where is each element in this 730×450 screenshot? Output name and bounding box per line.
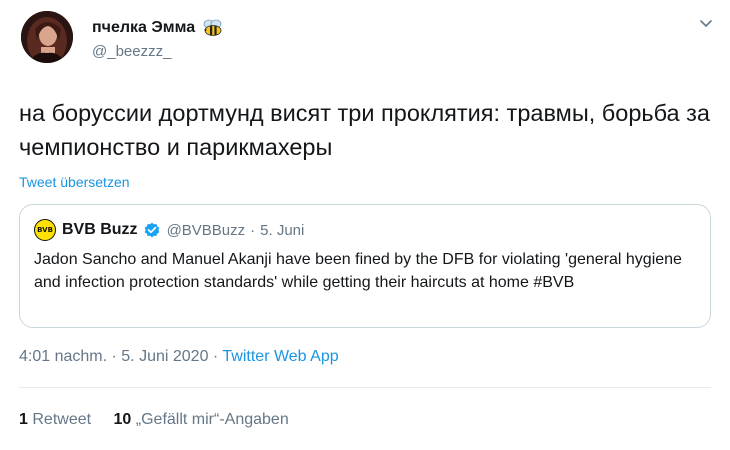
quoted-separator: · xyxy=(250,221,256,239)
tweet-date[interactable]: 5. Juni 2020 xyxy=(121,348,208,365)
quoted-tweet[interactable]: BVB BVB Buzz @BVBBuzz · 5. Juni Jadon Sa… xyxy=(19,204,711,328)
tweet-source-link[interactable]: Twitter Web App xyxy=(222,348,338,365)
quoted-tweet-header: BVB BVB Buzz @BVBBuzz · 5. Juni xyxy=(34,219,304,241)
avatar-photo xyxy=(21,11,73,63)
tweet-meta: 4:01 nachm. · 5. Juni 2020 · Twitter Web… xyxy=(19,348,339,366)
quoted-author-handle[interactable]: @BVBBuzz xyxy=(167,222,246,239)
bvb-logo-icon: BVB xyxy=(34,219,56,241)
translate-tweet-link[interactable]: Tweet übersetzen xyxy=(19,174,130,190)
retweets-label: Retweet xyxy=(32,411,92,428)
retweets-count: 1 xyxy=(19,411,28,428)
likes-count: 10 xyxy=(113,411,132,428)
avatar[interactable] xyxy=(21,11,73,63)
author-name-text[interactable]: пчелка Эмма xyxy=(92,19,195,37)
bee-icon xyxy=(203,19,222,36)
tweet-text: на боруссии дортмунд висят три проклятия… xyxy=(19,100,710,160)
verified-badge-icon xyxy=(144,222,159,238)
likes-stat[interactable]: 10 „Gefällt mir“-Angaben xyxy=(114,411,289,428)
tweet-card: пчелка Эмма @_beezzz_ на боруссии дортму… xyxy=(0,0,730,450)
quoted-date[interactable]: 5. Juni xyxy=(260,222,304,239)
likes-label: „Gefällt mir“-Angaben xyxy=(135,411,289,428)
author-handle[interactable]: @_beezzz_ xyxy=(92,43,171,60)
tweet-time[interactable]: 4:01 nachm. xyxy=(19,348,107,365)
tweet-stats: 1 Retweet 10 „Gefällt mir“-Angaben xyxy=(19,411,307,429)
meta-separator: · xyxy=(107,348,122,365)
quoted-tweet-text: Jadon Sancho and Manuel Akanji have been… xyxy=(34,251,682,291)
divider xyxy=(19,387,711,388)
quoted-author-name[interactable]: BVB Buzz xyxy=(62,221,138,239)
author-display-name[interactable]: пчелка Эмма xyxy=(92,19,225,37)
chevron-down-icon[interactable] xyxy=(697,14,715,32)
meta-separator-2: · xyxy=(208,348,223,365)
retweets-stat[interactable]: 1 Retweet xyxy=(19,411,91,428)
